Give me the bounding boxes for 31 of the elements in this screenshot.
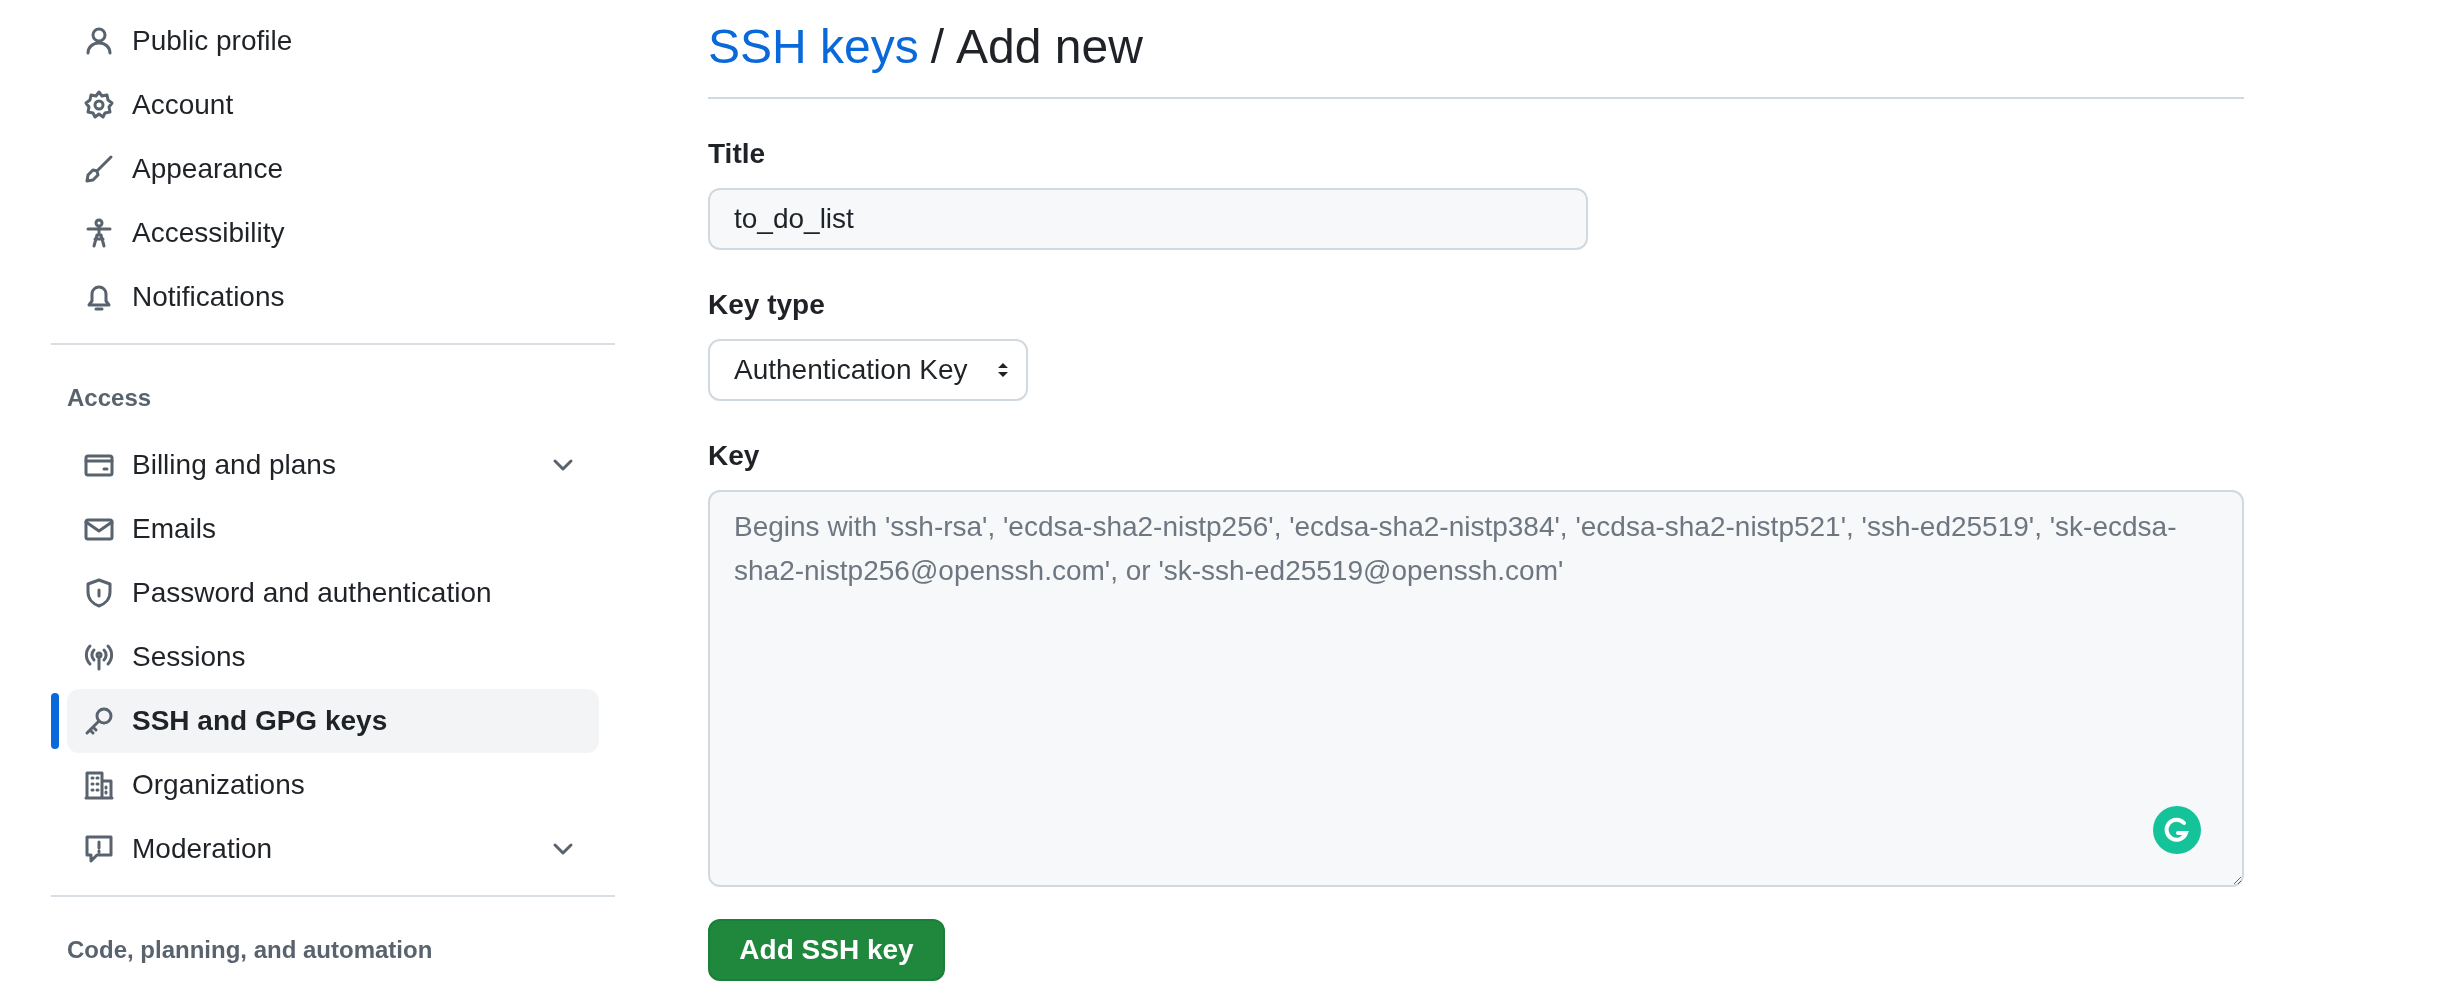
breadcrumb-separator: / xyxy=(930,20,945,73)
field-label: Key xyxy=(708,439,761,473)
sidebar-item[interactable]: Public profile xyxy=(67,9,599,73)
sidebar-item[interactable]: Password and authentication xyxy=(67,561,599,625)
page-title: Add new xyxy=(956,20,1143,73)
breadcrumb-link[interactable]: SSH keys xyxy=(708,20,919,73)
section-heading: Access xyxy=(66,383,153,413)
sidebar-item[interactable]: Account xyxy=(67,73,599,137)
sidebar-item[interactable]: Billing and plans xyxy=(67,433,599,497)
sidebar-item[interactable]: Sessions xyxy=(67,625,599,689)
sidebar-item[interactable]: Organizations xyxy=(67,753,599,817)
key-type-select[interactable]: Authentication Key xyxy=(708,339,1028,401)
key-field[interactable]: Begins with 'ssh-rsa', 'ecdsa-sha2-nistp256', 'ecdsa-sha2-nistp384', 'ecdsa-sha2-nistp521', 'ssh-ed25519', 'sk-ecdsa-sha2-nistp256@openssh.com', or 'sk-ssh-ed25519@openssh.com' xyxy=(708,490,2244,887)
selection-indicator xyxy=(51,693,59,749)
select-arrows-icon xyxy=(996,362,1010,378)
paintbrush-icon xyxy=(83,153,115,185)
report-icon xyxy=(83,833,115,865)
sidebar-item[interactable]: SSH and GPG keys xyxy=(67,689,599,753)
field-label: Key type xyxy=(708,288,826,322)
add-ssh-key-button[interactable]: Add SSH key xyxy=(708,919,945,981)
sidebar-item[interactable]: Emails xyxy=(67,497,599,561)
sidebar-item[interactable]: Moderation xyxy=(67,817,599,881)
field-label: Title xyxy=(708,137,767,171)
sidebar-item[interactable]: Appearance xyxy=(67,137,599,201)
section-heading: Code, planning, and automation xyxy=(66,935,434,965)
sidebar-item[interactable]: Accessibility xyxy=(67,201,599,265)
sidebar-item[interactable]: Notifications xyxy=(67,265,599,329)
title-field[interactable]: to_do_list xyxy=(708,188,1588,250)
gear-icon xyxy=(83,89,115,121)
key-icon xyxy=(83,705,115,737)
building-icon xyxy=(83,769,115,801)
